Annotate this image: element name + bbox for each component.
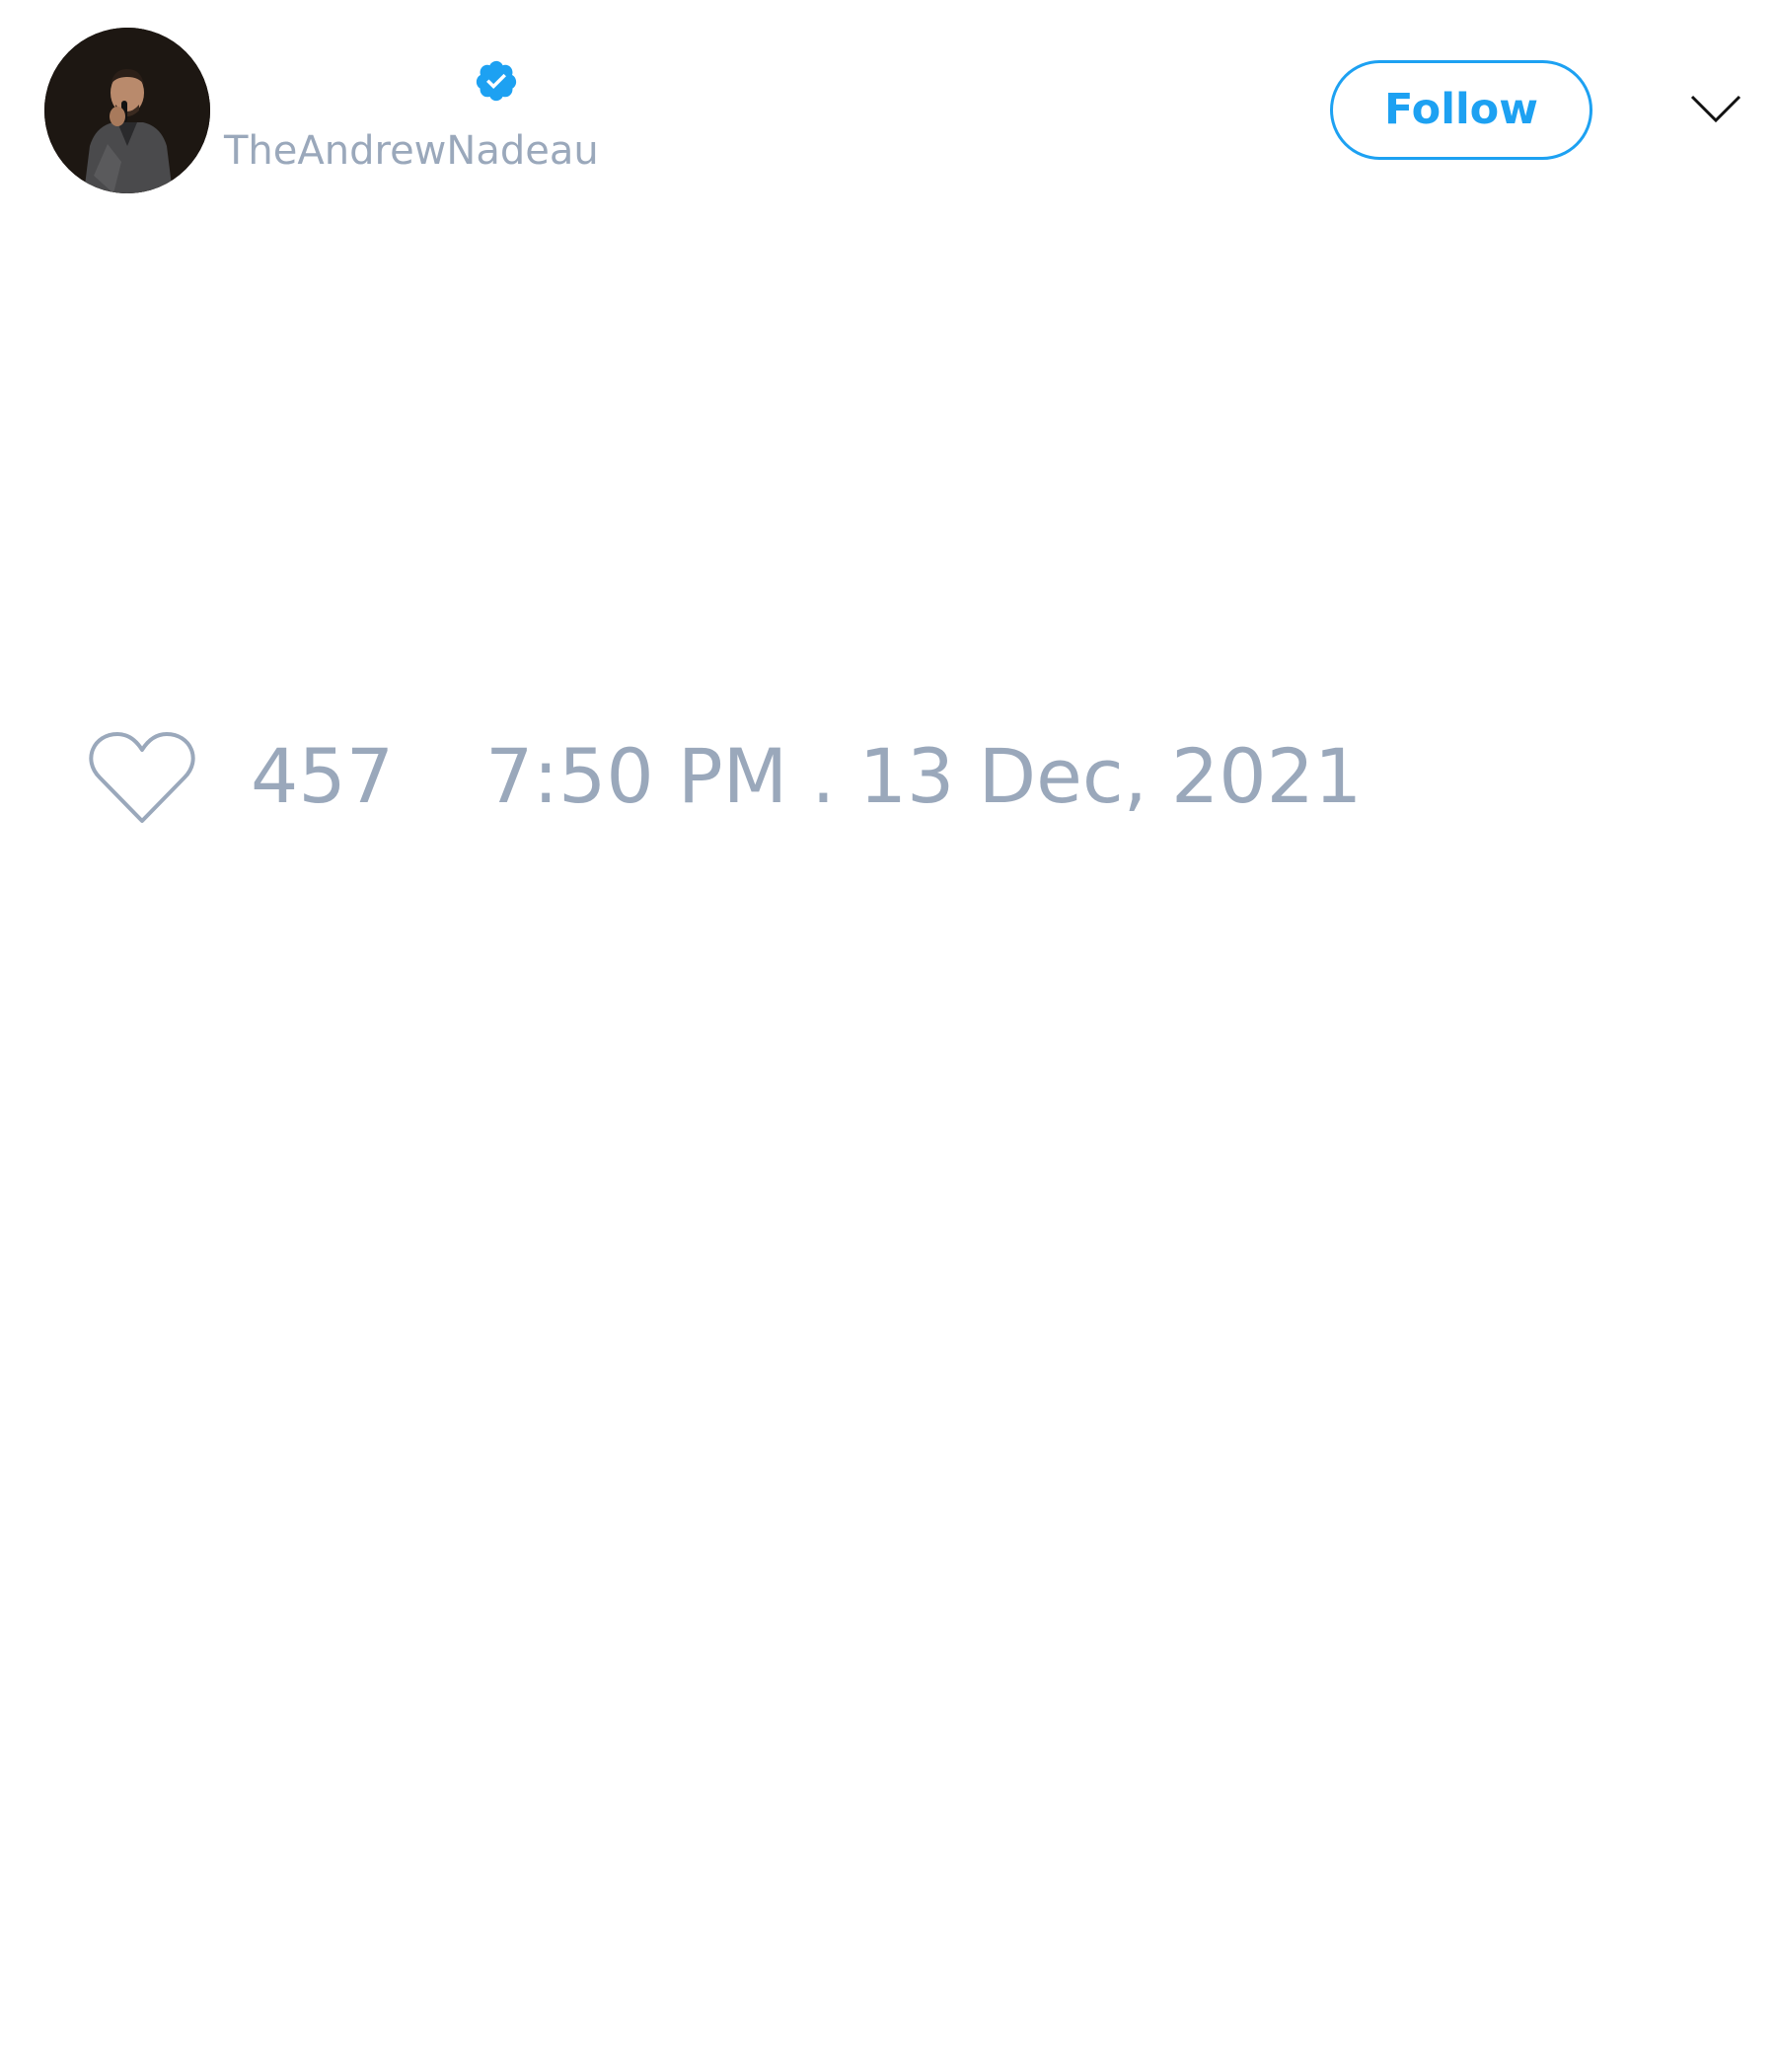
avatar[interactable] (44, 28, 210, 193)
follow-button[interactable]: Follow (1330, 60, 1592, 160)
like-count: 457 (251, 732, 395, 820)
author-handle[interactable]: TheAndrewNadeau (224, 124, 599, 178)
tweet-timestamp[interactable]: 7:50 PM . 13 Dec, 2021 (485, 732, 1362, 821)
heart-icon[interactable] (88, 728, 196, 827)
avatar-photo (44, 28, 210, 193)
verified-badge-icon (474, 58, 519, 104)
chevron-down-icon[interactable] (1689, 89, 1742, 128)
